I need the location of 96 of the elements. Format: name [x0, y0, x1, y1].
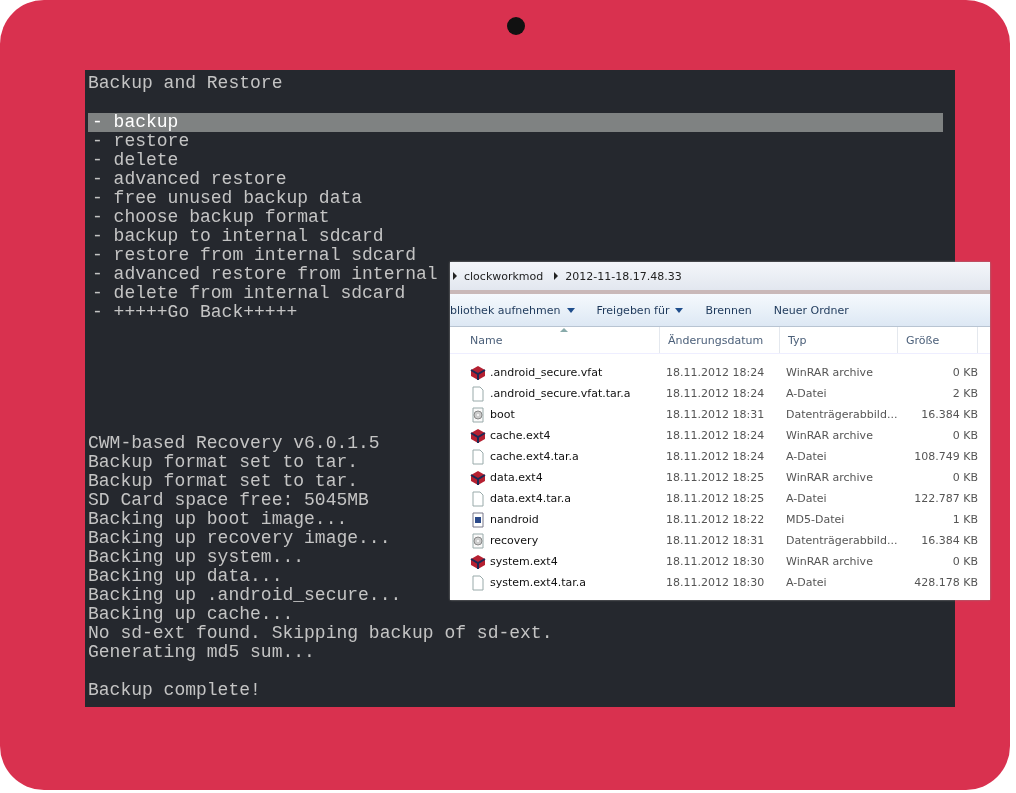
- date-cell-text: 18.11.2012 18:24: [665, 450, 766, 463]
- log-line: Generating md5 sum...: [88, 643, 315, 662]
- file-icon: [470, 490, 486, 507]
- log-line: Backup format set to tar.: [88, 472, 359, 491]
- log-line: Backing up cache...: [88, 605, 294, 624]
- breadcrumb[interactable]: clockworkmod: [464, 269, 544, 283]
- caret-icon: [566, 307, 575, 313]
- size-cell: 428.178 KB: [914, 576, 978, 589]
- chevron-icon: [452, 272, 458, 280]
- disc-image-icon: [470, 406, 486, 423]
- file-name[interactable]: nandroid: [490, 513, 539, 526]
- date-cell-text: 18.11.2012 18:30: [665, 555, 766, 568]
- type-cell-text: WinRAR archive: [785, 429, 874, 442]
- breadcrumb[interactable]: 2012-11-18.17.48.33: [565, 269, 682, 283]
- file-name[interactable]: cache.ext4: [490, 429, 551, 442]
- log-line: Backing up system...: [88, 548, 305, 567]
- sort-arrow-icon: [560, 328, 568, 332]
- date-cell-text: 18.11.2012 18:22: [665, 513, 766, 526]
- file-name[interactable]: .android_secure.vfat: [490, 366, 603, 379]
- toolbar-button[interactable]: bliothek aufnehmen: [450, 300, 583, 320]
- log-line: SD Card space free: 5045MB: [88, 491, 369, 510]
- log-line: Backing up recovery image...: [88, 529, 391, 548]
- menu-item[interactable]: - free unused backup data: [88, 189, 363, 208]
- type-cell-text: A-Datei: [785, 492, 828, 505]
- size-cell: 0 KB: [952, 366, 978, 379]
- date-cell-text: 18.11.2012 18:31: [665, 408, 766, 421]
- archive-icon: [470, 364, 486, 381]
- file-name[interactable]: recovery: [490, 534, 539, 547]
- menu-item[interactable]: - delete from internal sdcard: [88, 284, 406, 303]
- file-name[interactable]: data.ext4: [490, 471, 543, 484]
- camera-icon: [507, 17, 525, 35]
- status-line: Backup complete!: [88, 681, 261, 700]
- date-cell-text: 18.11.2012 18:25: [665, 492, 766, 505]
- menu-item[interactable]: - restore: [88, 132, 190, 151]
- toolbar-button[interactable]: Brennen: [697, 300, 760, 320]
- log-line: Backing up boot image...: [88, 510, 348, 529]
- size-cell: 0 KB: [952, 429, 978, 442]
- file-icon: [470, 448, 486, 465]
- date-cell-text: 18.11.2012 18:25: [665, 471, 766, 484]
- date-cell-text: 18.11.2012 18:30: [665, 576, 766, 589]
- file-name[interactable]: cache.ext4.tar.a: [490, 450, 579, 463]
- archive-icon: [470, 427, 486, 444]
- size-cell: 16.384 KB: [921, 534, 978, 547]
- file-name[interactable]: boot: [490, 408, 515, 421]
- chevron-icon: [553, 272, 560, 280]
- column-header[interactable]: Größe: [898, 327, 978, 353]
- file-name[interactable]: .android_secure.vfat.tar.a: [490, 387, 631, 400]
- size-cell: 108.749 KB: [914, 450, 978, 463]
- log-line: CWM-based Recovery v6.0.1.5: [88, 434, 380, 453]
- size-cell: 0 KB: [952, 555, 978, 568]
- size-cell: 122.787 KB: [914, 492, 978, 505]
- file-icon: [470, 385, 486, 402]
- type-cell-text: A-Datei: [785, 576, 828, 589]
- type-cell-text: Datenträgerabbild...: [785, 408, 898, 421]
- toolbar-button[interactable]: Neuer Ordner: [765, 300, 857, 320]
- menu-item[interactable]: - choose backup format: [88, 208, 330, 227]
- type-cell-text: Datenträgerabbild...: [785, 534, 898, 547]
- menu-item[interactable]: - advanced restore: [88, 170, 287, 189]
- disc-image-icon: [470, 532, 486, 549]
- date-cell-text: 18.11.2012 18:24: [665, 387, 766, 400]
- menu-item[interactable]: - backup: [88, 113, 943, 132]
- date-cell-text: 18.11.2012 18:31: [665, 534, 766, 547]
- date-cell-text: 18.11.2012 18:24: [665, 429, 766, 442]
- screen-title: Backup and Restore: [88, 74, 283, 93]
- archive-icon: [470, 553, 486, 570]
- type-cell-text: WinRAR archive: [785, 471, 874, 484]
- file-name[interactable]: system.ext4.tar.a: [490, 576, 586, 589]
- menu-item[interactable]: - backup to internal sdcard: [88, 227, 384, 246]
- log-line: Backing up data...: [88, 567, 283, 586]
- size-cell: 0 KB: [952, 471, 978, 484]
- type-cell-text: WinRAR archive: [785, 555, 874, 568]
- log-line: No sd-ext found. Skipping backup of sd-ext.: [88, 624, 553, 643]
- file-icon: [470, 574, 486, 591]
- toolbar-button[interactable]: Freigeben für: [588, 300, 692, 320]
- address-bar[interactable]: clockworkmod 2012-11-18.17.48.33: [450, 262, 990, 294]
- menu-item[interactable]: - restore from internal sdcard: [88, 246, 417, 265]
- file-name[interactable]: data.ext4.tar.a: [490, 492, 571, 505]
- size-cell: 1 KB: [952, 513, 978, 526]
- file-name[interactable]: system.ext4: [490, 555, 558, 568]
- menu-item[interactable]: - delete: [88, 151, 179, 170]
- menu-item[interactable]: - advanced restore from internal: [88, 265, 438, 284]
- type-cell-text: A-Datei: [785, 450, 828, 463]
- size-cell: 2 KB: [952, 387, 978, 400]
- menu-item[interactable]: - +++++Go Back+++++: [88, 303, 298, 322]
- type-cell-text: MD5-Datei: [785, 513, 846, 526]
- log-line: Backup format set to tar.: [88, 453, 359, 472]
- type-cell-text: WinRAR archive: [785, 366, 874, 379]
- document-icon: [470, 511, 486, 528]
- size-cell: 16.384 KB: [921, 408, 978, 421]
- column-header[interactable]: Typ: [780, 327, 898, 353]
- column-header[interactable]: Änderungsdatum: [660, 327, 780, 353]
- caret-icon: [675, 307, 684, 313]
- date-cell-text: 18.11.2012 18:24: [665, 366, 766, 379]
- log-line: Backing up .android_secure...: [88, 586, 402, 605]
- type-cell-text: A-Datei: [785, 387, 828, 400]
- archive-icon: [470, 469, 486, 486]
